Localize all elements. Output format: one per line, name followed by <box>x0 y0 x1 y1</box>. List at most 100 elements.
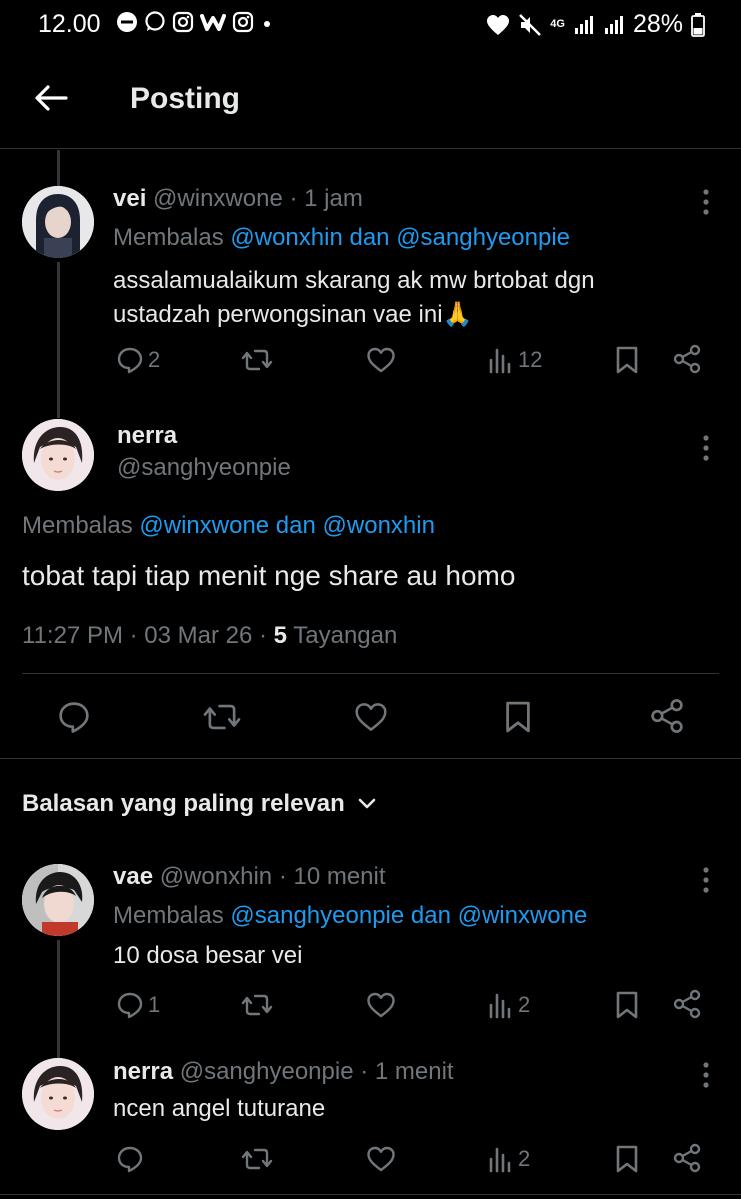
reply-count: 2 <box>148 347 161 372</box>
more-options-icon[interactable] <box>696 434 716 462</box>
post-time[interactable]: · 10 menit <box>279 863 386 890</box>
divider <box>0 758 741 759</box>
reply-icon <box>117 992 143 1019</box>
views-button[interactable]: 12 <box>488 346 542 374</box>
reply-icon <box>117 347 143 374</box>
like-icon[interactable] <box>366 346 396 374</box>
share-icon[interactable] <box>672 1143 702 1173</box>
display-name[interactable]: vae <box>113 863 153 890</box>
wattpad-icon <box>200 14 226 31</box>
instagram-icon <box>172 11 194 33</box>
post-header: vei @winxwone · 1 jam <box>113 185 363 213</box>
minus-circle-icon <box>117 12 137 32</box>
repost-icon[interactable] <box>241 1145 273 1173</box>
reply-to-link[interactable]: @sanghyeonpie dan @winxwone <box>230 902 587 929</box>
post-meta: 11:27 PM · 03 Mar 26 · 5 Tayangan <box>22 622 397 650</box>
bookmark-icon[interactable] <box>614 990 640 1020</box>
views-count: 5 <box>273 622 288 649</box>
views-count: 2 <box>518 992 531 1017</box>
reply-button[interactable]: 1 <box>116 991 160 1019</box>
views-label: Tayangan <box>293 622 398 649</box>
views-button[interactable]: 2 <box>488 1145 530 1173</box>
post-text-line: ustadzah perwongsinan vae ini🙏 <box>113 301 473 328</box>
views-chart-icon <box>489 993 511 1019</box>
instagram-icon-2 <box>232 11 254 33</box>
status-time: 12.00 <box>38 10 101 38</box>
avatar[interactable] <box>22 186 94 258</box>
like-icon[interactable] <box>353 701 389 733</box>
chat-bubble-icon <box>145 11 165 31</box>
status-right: 4G 28% <box>486 10 705 39</box>
notification-icons <box>116 11 274 33</box>
more-notifications-dot-icon <box>264 21 270 27</box>
divider <box>22 673 719 674</box>
reply-count: 1 <box>148 992 161 1017</box>
handle[interactable]: @sanghyeonpie <box>180 1058 354 1085</box>
more-options-icon[interactable] <box>696 866 716 894</box>
post-text: assalamualaikum skarang ak mw brtobat dg… <box>113 264 595 332</box>
repost-icon[interactable] <box>202 700 242 734</box>
reply-prefix: Membalas <box>113 902 224 929</box>
like-icon[interactable] <box>366 1145 396 1173</box>
chevron-down-icon <box>358 798 376 809</box>
post-time[interactable]: · 1 menit <box>360 1058 453 1085</box>
bookmark-icon[interactable] <box>614 345 640 375</box>
share-icon[interactable] <box>672 344 702 374</box>
handle[interactable]: @wonxhin <box>160 863 272 890</box>
avatar[interactable] <box>22 864 94 936</box>
divider <box>0 1194 741 1195</box>
handle[interactable]: @winxwone <box>153 185 283 212</box>
heart-filled-icon <box>487 14 510 35</box>
avatar[interactable] <box>22 419 94 491</box>
bookmark-icon[interactable] <box>503 699 533 735</box>
reply-prefix: Membalas <box>113 224 224 251</box>
reply-context: Membalas @wonxhin dan @sanghyeonpie <box>113 224 570 252</box>
signal-icon <box>574 15 593 34</box>
like-icon[interactable] <box>366 991 396 1019</box>
share-icon[interactable] <box>672 989 702 1019</box>
post-text: ncen angel tuturane <box>113 1095 326 1122</box>
post-text: tobat tapi tiap menit nge share au homo <box>22 560 516 591</box>
repost-icon[interactable] <box>241 991 273 1019</box>
repost-icon[interactable] <box>241 346 273 374</box>
bookmark-icon[interactable] <box>614 1144 640 1174</box>
views-chart-icon <box>489 348 511 374</box>
display-name[interactable]: nerra <box>117 422 177 450</box>
post-header: vae @wonxhin · 10 menit <box>113 863 386 891</box>
views-count: 12 <box>518 347 543 372</box>
post-header: nerra @sanghyeonpie · 1 menit <box>113 1058 454 1086</box>
display-name[interactable]: nerra <box>113 1058 173 1085</box>
reply-button[interactable]: 2 <box>116 346 160 374</box>
post-time[interactable]: · 1 jam <box>289 185 362 212</box>
share-icon[interactable] <box>649 698 685 734</box>
sort-dropdown[interactable]: Balasan yang paling relevan <box>22 790 377 818</box>
reply-context: Membalas @sanghyeonpie dan @winxwone <box>113 902 587 930</box>
reply-to-link[interactable]: @wonxhin dan @sanghyeonpie <box>230 224 570 251</box>
thread-line <box>57 150 60 186</box>
reply-to-link[interactable]: @winxwone dan @wonxhin <box>139 512 435 539</box>
back-arrow-icon[interactable] <box>32 82 68 114</box>
signal-icon-2 <box>604 15 623 34</box>
sort-label: Balasan yang paling relevan <box>22 790 345 817</box>
handle[interactable]: @sanghyeonpie <box>117 454 291 482</box>
views-chart-icon <box>489 1147 511 1173</box>
status-bar: 12.00 4G 28% <box>0 0 741 48</box>
reply-context: Membalas @winxwone dan @wonxhin <box>22 512 435 540</box>
battery-percent: 28% <box>632 10 683 38</box>
more-options-icon[interactable] <box>696 188 716 216</box>
display-name[interactable]: vei <box>113 185 146 212</box>
post-text-line: assalamualaikum skarang ak mw brtobat dg… <box>113 267 595 294</box>
reply-icon[interactable] <box>57 700 91 734</box>
more-options-icon[interactable] <box>696 1061 716 1089</box>
avatar[interactable] <box>22 1058 94 1130</box>
post-timestamp[interactable]: 11:27 PM · 03 Mar 26 · <box>22 622 267 649</box>
header-divider <box>0 148 741 149</box>
reply-icon[interactable] <box>116 1145 144 1173</box>
views-button[interactable]: 2 <box>488 991 530 1019</box>
views-count: 2 <box>518 1146 531 1171</box>
reply-prefix: Membalas <box>22 512 133 539</box>
thread-line <box>57 262 60 418</box>
network-type: 4G <box>550 18 565 30</box>
battery-icon <box>691 12 705 37</box>
thread-line <box>57 940 60 1058</box>
